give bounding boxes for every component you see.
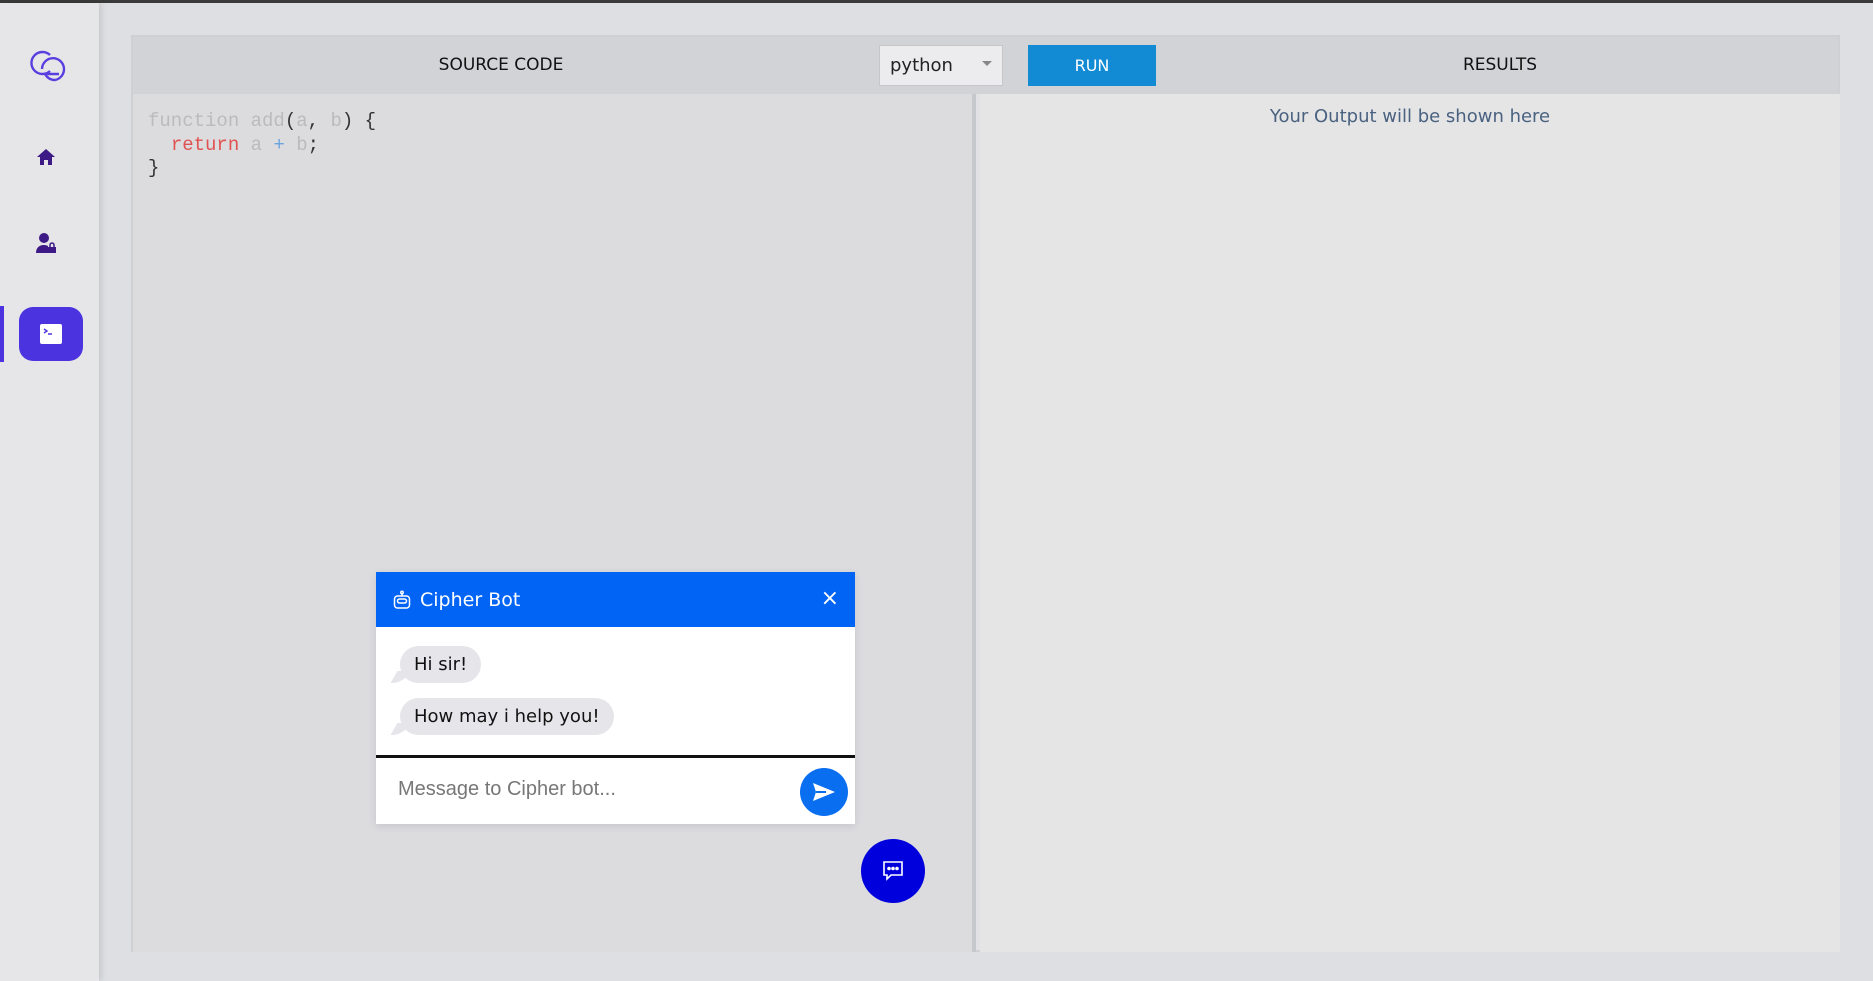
send-button[interactable] — [800, 768, 848, 816]
code-token: b — [330, 110, 342, 132]
code-token: a — [296, 110, 308, 132]
close-icon[interactable]: × — [821, 586, 839, 611]
results-pane: Your Output will be shown here — [980, 94, 1840, 952]
code-text[interactable]: function add(a, b) { return a + b;} — [148, 110, 376, 181]
terminal-icon — [40, 324, 62, 344]
code-line: return a + b; — [148, 134, 376, 158]
run-button[interactable]: RUN — [1028, 45, 1156, 86]
chevron-down-icon — [982, 61, 992, 66]
chat-toggle-button[interactable] — [861, 839, 925, 903]
code-token: + — [273, 133, 285, 156]
sidebar-item-editor[interactable] — [19, 307, 83, 361]
results-title: RESULTS — [1462, 55, 1538, 75]
source-code-title: SOURCE CODE — [438, 55, 564, 75]
toolbar: SOURCE CODE python RUN RESULTS — [133, 37, 1838, 94]
chat-window: Cipher Bot × Hi sir! How may i help you! — [376, 572, 855, 824]
code-token: ( — [284, 110, 297, 132]
language-value: python — [890, 55, 953, 76]
code-token: ) { — [341, 110, 377, 132]
code-token: return — [170, 133, 240, 156]
message-list: Hi sir! How may i help you! — [376, 627, 855, 758]
bot-message: Hi sir! — [400, 646, 482, 683]
window-top-bar — [0, 0, 1873, 3]
code-token: b — [284, 133, 308, 156]
code-token: , — [307, 110, 331, 132]
home-icon[interactable] — [34, 145, 58, 169]
chat-bubble-icon — [883, 861, 903, 881]
code-token: a — [239, 133, 274, 156]
code-token: } — [148, 157, 160, 179]
sidebar — [0, 3, 99, 981]
chat-header: Cipher Bot × — [376, 572, 855, 627]
chat-message-input[interactable] — [398, 774, 738, 804]
robot-icon — [393, 590, 411, 609]
bot-message: How may i help you! — [400, 698, 614, 735]
send-icon — [813, 783, 835, 801]
logo-icon[interactable] — [28, 46, 68, 86]
user-lock-icon[interactable] — [34, 231, 58, 255]
chat-input-row — [376, 758, 855, 821]
active-indicator — [0, 306, 4, 362]
code-line: } — [148, 157, 376, 181]
code-token: function add — [148, 110, 285, 132]
code-token: ; — [307, 133, 320, 156]
language-select[interactable]: python — [879, 45, 1003, 86]
code-line: function add(a, b) { — [148, 110, 376, 134]
output-placeholder: Your Output will be shown here — [1269, 106, 1551, 127]
chat-title: Cipher Bot — [420, 588, 521, 611]
